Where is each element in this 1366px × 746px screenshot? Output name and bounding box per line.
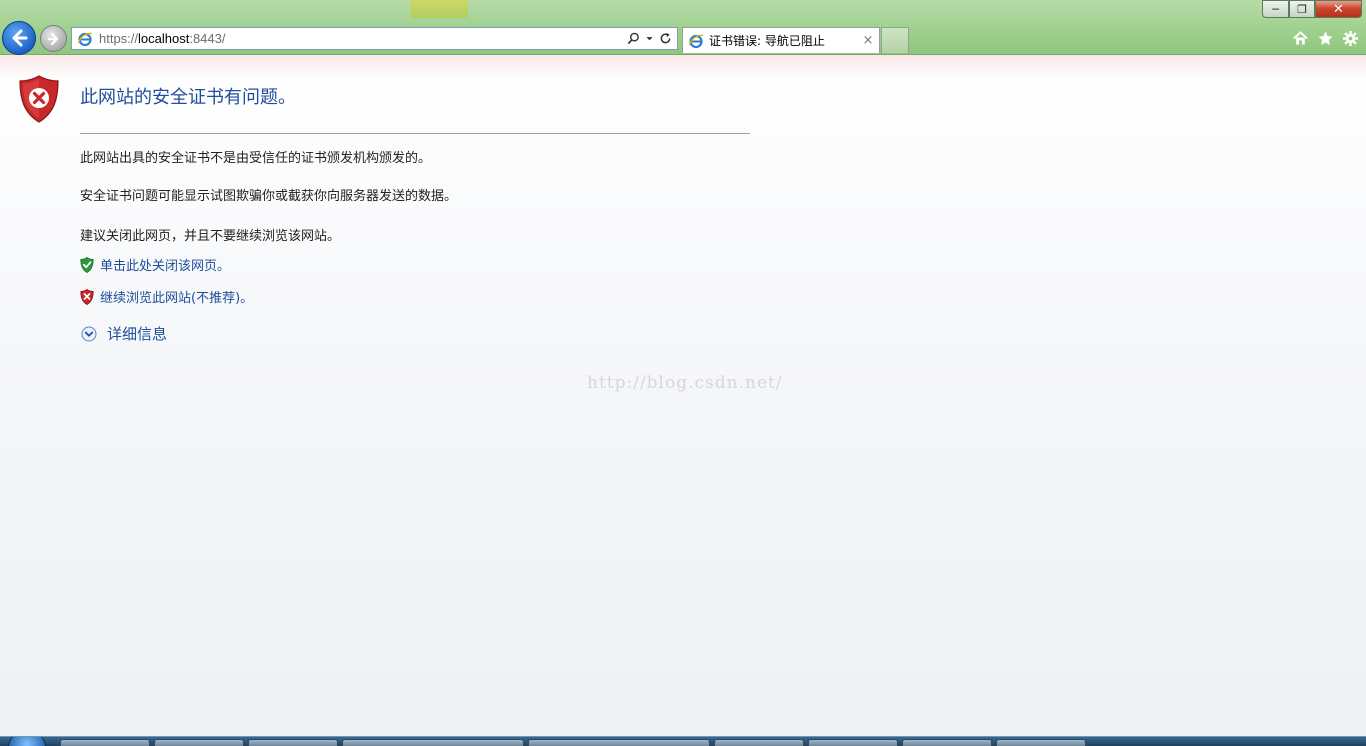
taskbar-item[interactable] — [714, 739, 804, 746]
home-icon[interactable] — [1291, 29, 1310, 48]
red-shield-icon — [80, 288, 94, 305]
watermark-text: http://blog.csdn.net/ — [587, 373, 783, 393]
close-page-row: 单击此处关闭该网页。 — [80, 255, 230, 274]
taskbar-item[interactable] — [996, 739, 1086, 746]
security-error-shield-icon — [19, 75, 59, 123]
taskbar-item[interactable] — [154, 739, 244, 746]
more-info-link[interactable]: 详细信息 — [107, 323, 167, 344]
taskbar-item[interactable] — [248, 739, 338, 746]
url-scheme: https:// — [99, 31, 139, 46]
continue-site-row: 继续浏览此网站(不推荐)。 — [80, 287, 253, 306]
taskbar-item[interactable] — [808, 739, 898, 746]
favorites-star-icon[interactable] — [1316, 29, 1335, 48]
minimize-button[interactable]: ─ — [1262, 0, 1289, 18]
url-host: localhost — [138, 31, 190, 46]
close-window-button[interactable]: ✕ — [1315, 0, 1362, 18]
continue-site-link[interactable]: 继续浏览此网站(不推荐)。 — [100, 287, 253, 306]
address-url[interactable]: https://localhost:8443/ — [99, 31, 625, 46]
more-info-row[interactable]: 详细信息 — [81, 323, 167, 344]
forward-button[interactable] — [40, 25, 67, 52]
back-button[interactable] — [2, 21, 36, 55]
refresh-icon[interactable] — [657, 31, 673, 47]
window-controls: ─ ❐ ✕ — [1262, 0, 1362, 18]
explanation-paragraph: 此网站出具的安全证书不是由受信任的证书颁发机构颁发的。 — [80, 151, 432, 166]
taskbar-item[interactable] — [342, 739, 524, 746]
windows-taskbar — [0, 736, 1366, 746]
title-divider — [80, 133, 750, 134]
green-shield-icon — [80, 256, 94, 273]
taskbar-item[interactable] — [60, 739, 150, 746]
ie-page-icon — [77, 31, 93, 47]
taskbar-item[interactable] — [528, 739, 710, 746]
recommendation-paragraph: 建议关闭此网页，并且不要继续浏览该网站。 — [80, 229, 341, 244]
maximize-button[interactable]: ❐ — [1289, 0, 1315, 18]
tab-certificate-error[interactable]: 证书错误: 导航已阻止 × — [682, 27, 880, 53]
tab-title: 证书错误: 导航已阻止 — [709, 34, 825, 48]
forward-arrow-icon — [47, 32, 58, 45]
url-port-path: :8443/ — [189, 31, 226, 46]
close-page-link[interactable]: 单击此处关闭该网页。 — [100, 255, 230, 274]
command-icons — [1291, 29, 1360, 48]
start-button[interactable] — [8, 737, 46, 746]
taskbar-item[interactable] — [902, 739, 992, 746]
dropdown-chevron-icon[interactable] — [641, 31, 657, 47]
new-tab-button[interactable] — [881, 27, 909, 53]
risk-paragraph: 安全证书问题可能显示试图欺骗你或截获你向服务器发送的数据。 — [80, 189, 458, 204]
address-tools — [625, 31, 673, 47]
address-bar[interactable]: https://localhost:8443/ — [71, 27, 678, 50]
chrome-decoration — [410, 0, 468, 18]
expand-chevron-icon[interactable] — [81, 326, 97, 342]
page-title: 此网站的安全证书有问题。 — [80, 87, 296, 108]
tools-gear-icon[interactable] — [1341, 29, 1360, 48]
ie-tab-icon — [688, 33, 704, 49]
tab-close-icon[interactable]: × — [861, 33, 875, 48]
top-gradient-band — [0, 55, 1366, 79]
page-content: 此网站的安全证书有问题。 此网站出具的安全证书不是由受信任的证书颁发机构颁发的。… — [0, 55, 1366, 736]
browser-chrome: https://localhost:8443/ 证书错误: 导航已阻止 × ─ — [0, 0, 1366, 55]
search-icon[interactable] — [625, 31, 641, 47]
back-arrow-icon — [12, 29, 28, 47]
